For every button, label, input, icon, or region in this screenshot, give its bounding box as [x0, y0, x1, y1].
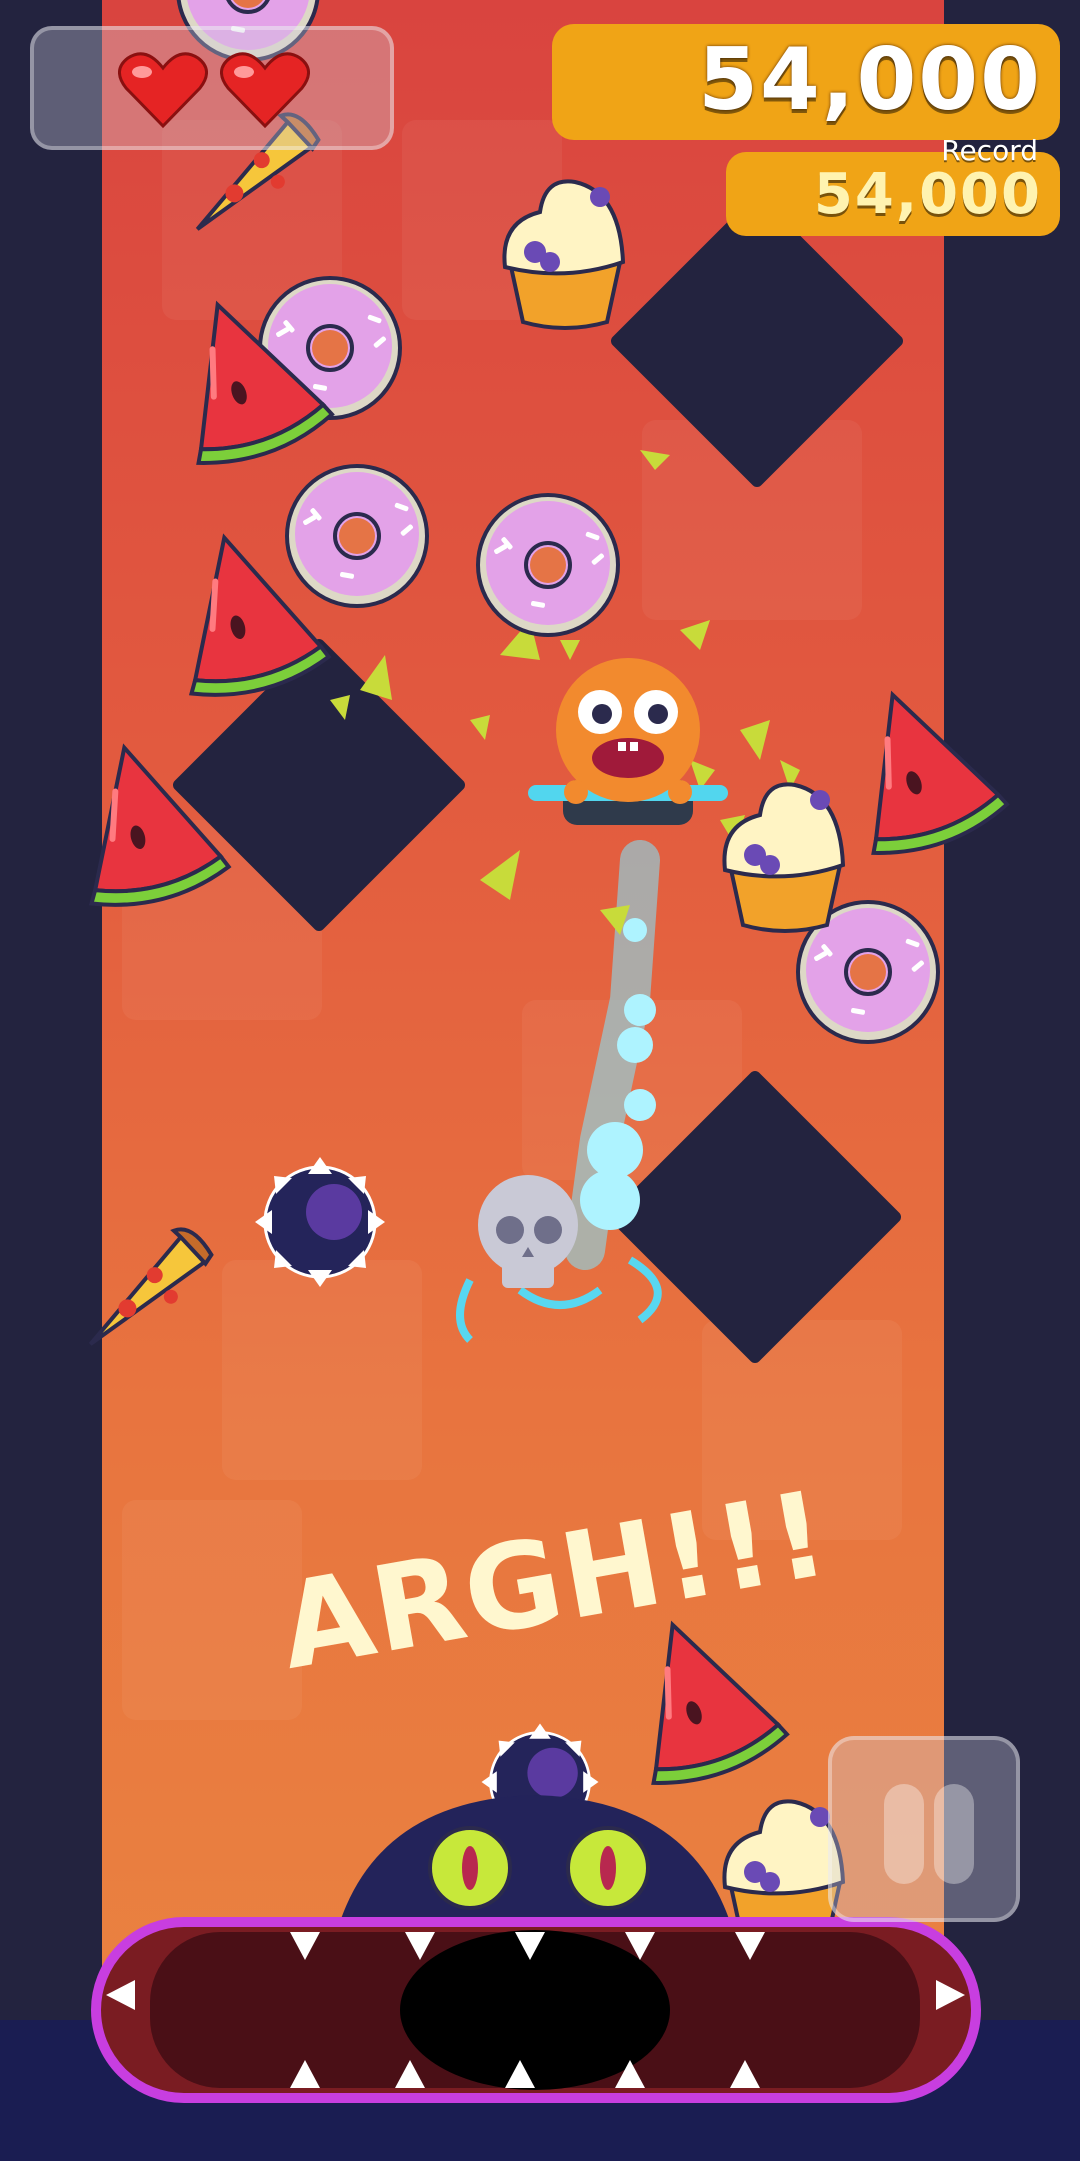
donut-icon — [285, 464, 429, 608]
record-value: 54,000 — [813, 162, 1042, 227]
cupcake-icon — [722, 782, 845, 933]
score-value: 54,000 — [698, 30, 1042, 130]
record-panel: Record 54,000 — [726, 134, 1060, 236]
heart-icon — [220, 52, 310, 129]
game-screen: 54,000 Record 54,000 ARGH!!! — [0, 0, 1080, 2161]
pizza-icon — [65, 1220, 228, 1347]
heart-icon — [118, 52, 208, 129]
donut-icon — [476, 493, 620, 637]
lives-panel — [30, 26, 394, 150]
skull-icon — [478, 1175, 578, 1288]
player-monster — [528, 658, 728, 825]
spike-ball-icon — [253, 1155, 387, 1289]
watermelon-icon — [825, 671, 1012, 866]
watermelon-icon — [55, 730, 233, 917]
score-panel: 54,000 — [552, 24, 1060, 140]
pause-button[interactable] — [828, 1736, 1020, 1922]
cupcake-icon — [502, 179, 625, 330]
